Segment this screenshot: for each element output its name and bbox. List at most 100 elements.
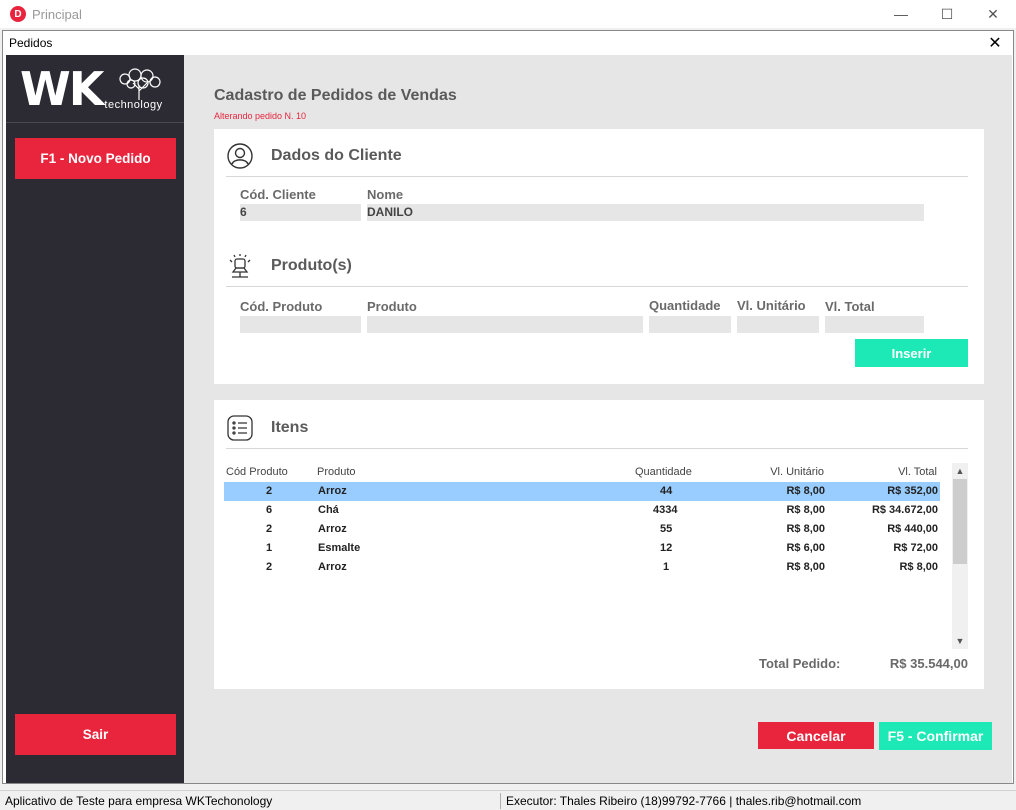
items-section-header: Itens xyxy=(226,414,308,442)
order-total-value: R$ 35.544,00 xyxy=(889,656,968,671)
order-form-panel: Dados do Cliente Cód. Cliente Nome Produ… xyxy=(214,129,984,384)
cell-product: Esmalte xyxy=(318,542,361,554)
cell-quantity: 55 xyxy=(660,523,673,535)
cell-code: 2 xyxy=(266,561,273,573)
cell-total: R$ 440,00 xyxy=(887,523,938,535)
table-row[interactable]: 1 Esmalte 12 R$ 6,00 R$ 72,00 xyxy=(224,539,940,558)
product-section-title: Produto(s) xyxy=(271,257,352,274)
table-row[interactable]: 2 Arroz 1 R$ 8,00 R$ 8,00 xyxy=(224,558,940,577)
client-section-title: Dados do Cliente xyxy=(271,147,402,164)
column-header-code[interactable]: Cód Produto xyxy=(226,466,288,478)
cell-unit-price: R$ 8,00 xyxy=(786,504,825,516)
exit-button[interactable]: Sair xyxy=(15,714,176,755)
close-icon[interactable]: ✕ xyxy=(985,33,1005,53)
unit-price-field[interactable] xyxy=(737,316,819,333)
cell-quantity: 12 xyxy=(660,542,673,554)
product-code-label: Cód. Produto xyxy=(240,299,323,314)
client-name-label: Nome xyxy=(367,187,404,202)
items-panel: Itens Cód Produto Produto Quantidade Vl.… xyxy=(214,400,984,689)
brand-right: technology xyxy=(104,67,162,111)
cell-code: 2 xyxy=(266,485,273,497)
scroll-down-icon[interactable]: ▼ xyxy=(952,633,968,649)
outer-window-title: Principal xyxy=(32,6,82,22)
cell-product: Chá xyxy=(318,504,339,516)
product-code-field[interactable] xyxy=(240,316,361,333)
minimize-icon[interactable]: — xyxy=(878,0,924,28)
brand-wk: WK xyxy=(20,61,104,116)
cell-total: R$ 352,00 xyxy=(887,485,938,497)
product-name-field[interactable] xyxy=(367,316,643,333)
window-controls: — ☐ ✕ xyxy=(878,0,1016,28)
column-header-total[interactable]: Vl. Total xyxy=(898,466,937,478)
cell-product: Arroz xyxy=(318,485,347,497)
divider xyxy=(226,448,968,449)
column-header-quantity[interactable]: Quantidade xyxy=(635,466,692,478)
column-header-product[interactable]: Produto xyxy=(317,466,356,478)
scrollbar-thumb[interactable] xyxy=(953,479,967,564)
status-divider xyxy=(500,793,501,809)
page-title: Cadastro de Pedidos de Vendas xyxy=(214,87,457,104)
app-logo-icon: D xyxy=(10,6,26,22)
outer-titlebar: D Principal — ☐ ✕ xyxy=(0,0,1016,28)
divider xyxy=(226,176,968,177)
pedidos-titlebar: Pedidos ✕ xyxy=(3,31,1013,55)
status-executor-info: Executor: Thales Ribeiro (18)99792-7766 … xyxy=(506,794,862,808)
tree-icon xyxy=(119,67,161,100)
total-price-field[interactable] xyxy=(825,316,924,333)
cell-total: R$ 72,00 xyxy=(893,542,938,554)
cell-code: 6 xyxy=(266,504,273,516)
cell-quantity: 44 xyxy=(660,485,673,497)
cell-unit-price: R$ 8,00 xyxy=(786,561,825,573)
maximize-icon[interactable]: ☐ xyxy=(924,0,970,28)
table-row[interactable]: 6 Chá 4334 R$ 8,00 R$ 34.672,00 xyxy=(224,501,940,520)
new-order-button[interactable]: F1 - Novo Pedido xyxy=(15,138,176,179)
divider xyxy=(226,286,968,287)
cell-code: 1 xyxy=(266,542,273,554)
product-icon xyxy=(226,252,254,280)
status-app-info: Aplicativo de Teste para empresa WKTecho… xyxy=(5,794,273,808)
quantity-label: Quantidade xyxy=(649,298,721,313)
insert-button[interactable]: Inserir xyxy=(855,339,968,367)
cell-product: Arroz xyxy=(318,523,347,535)
cell-total: R$ 34.672,00 xyxy=(871,504,938,516)
cell-code: 2 xyxy=(266,523,273,535)
items-scrollbar[interactable]: ▲ ▼ xyxy=(952,463,968,649)
product-name-label: Produto xyxy=(367,299,417,314)
cell-unit-price: R$ 6,00 xyxy=(786,542,825,554)
cell-quantity: 4334 xyxy=(653,504,678,516)
cell-total: R$ 8,00 xyxy=(899,561,938,573)
scroll-up-icon[interactable]: ▲ xyxy=(952,463,968,479)
pedidos-window: Pedidos ✕ WK technology F1 - Novo Pedido… xyxy=(2,30,1014,784)
pedidos-window-title: Pedidos xyxy=(9,36,53,50)
items-grid-header: Cód Produto Produto Quantidade Vl. Unitá… xyxy=(224,466,951,482)
page-subtitle: Alterando pedido N. 10 xyxy=(214,111,307,121)
client-name-field[interactable] xyxy=(367,204,924,221)
confirm-button[interactable]: F5 - Confirmar xyxy=(879,722,992,750)
cell-quantity: 1 xyxy=(663,561,670,573)
close-icon[interactable]: ✕ xyxy=(970,0,1016,28)
user-icon xyxy=(226,142,254,170)
cell-unit-price: R$ 8,00 xyxy=(786,485,825,497)
client-code-field[interactable] xyxy=(240,204,361,221)
client-section-header: Dados do Cliente xyxy=(226,142,402,170)
items-section-title: Itens xyxy=(271,419,309,436)
column-header-unit-price[interactable]: Vl. Unitário xyxy=(770,466,824,478)
list-icon xyxy=(226,414,254,442)
unit-price-label: Vl. Unitário xyxy=(737,298,806,313)
table-row[interactable]: 2 Arroz 55 R$ 8,00 R$ 440,00 xyxy=(224,520,940,539)
total-price-label: Vl. Total xyxy=(825,299,875,314)
order-total-label: Total Pedido: xyxy=(759,656,841,671)
product-section-header: Produto(s) xyxy=(226,252,352,280)
sidebar: WK technology F1 - Novo Pedido Sair xyxy=(6,55,184,783)
brand-subtitle: technology xyxy=(104,98,163,111)
statusbar: Aplicativo de Teste para empresa WKTecho… xyxy=(0,790,1016,810)
main-content: Cadastro de Pedidos de Vendas Alterando … xyxy=(184,55,1012,783)
cancel-button[interactable]: Cancelar xyxy=(758,722,874,749)
cell-product: Arroz xyxy=(318,561,347,573)
quantity-field[interactable] xyxy=(649,316,731,333)
brand-logo: WK technology xyxy=(6,55,184,123)
cell-unit-price: R$ 8,00 xyxy=(786,523,825,535)
client-code-label: Cód. Cliente xyxy=(240,187,316,202)
table-row[interactable]: 2 Arroz 44 R$ 8,00 R$ 352,00 xyxy=(224,482,940,501)
items-grid-body: 2 Arroz 44 R$ 8,00 R$ 352,00 6 Chá 4334 … xyxy=(224,482,940,577)
